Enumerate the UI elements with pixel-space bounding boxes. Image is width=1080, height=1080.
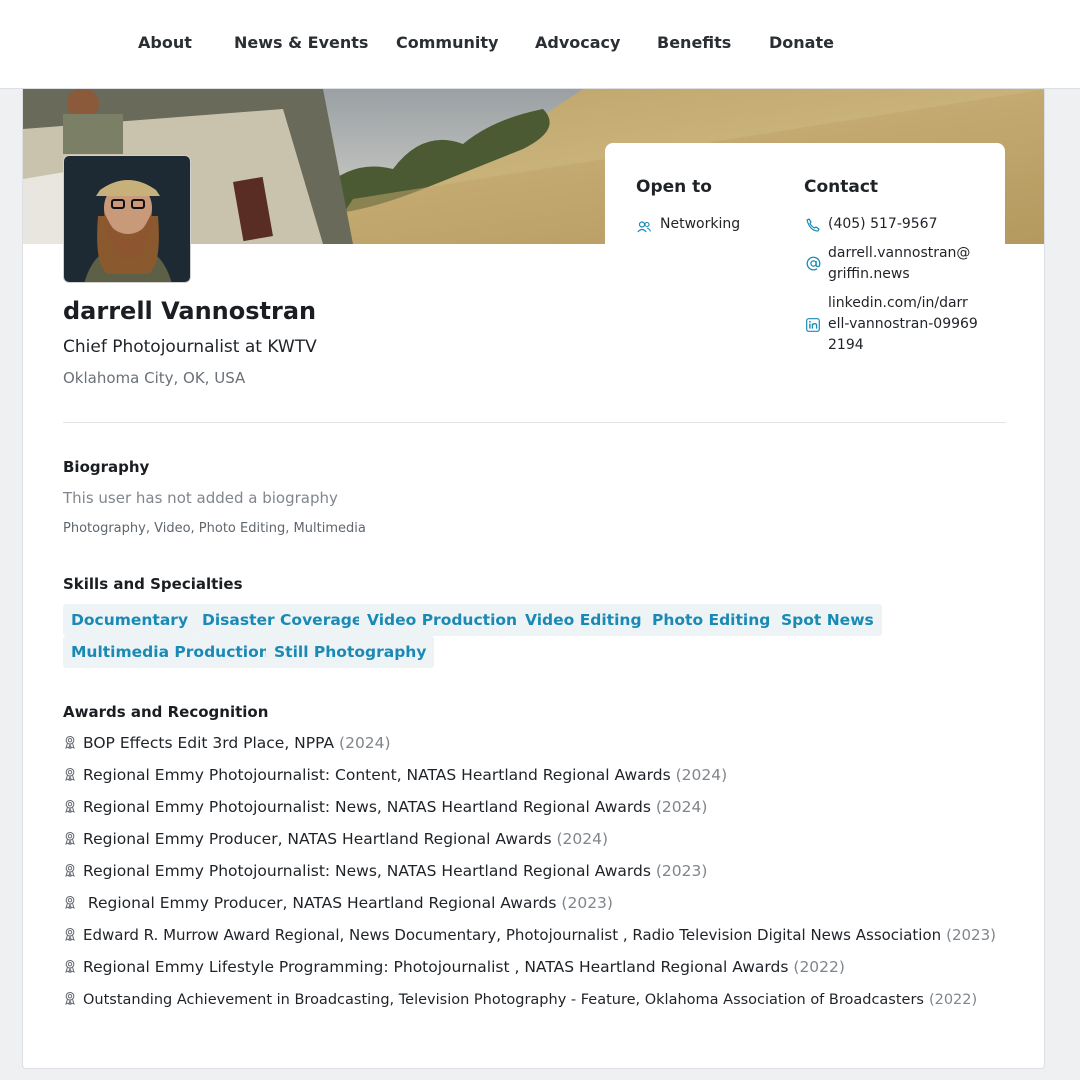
award-year: (2024) (556, 830, 609, 848)
award-title: Regional Emmy Photojournalist: Content, … (83, 766, 671, 784)
award-title: BOP Effects Edit 3rd Place, NPPA (83, 734, 335, 752)
award-icon (65, 927, 75, 941)
contact-linkedin-line3[interactable]: 2194 (828, 335, 864, 356)
contact-email-line1[interactable]: darrell.vannostran@ (828, 243, 970, 264)
award-item: Outstanding Achievement in Broadcasting,… (63, 987, 977, 1011)
award-item: BOP Effects Edit 3rd Place, NPPA (2024) (63, 731, 391, 755)
award-year: (2024) (339, 734, 391, 752)
award-icon (65, 991, 75, 1005)
skill-tag[interactable]: Video Editing (517, 604, 650, 636)
awards-heading: Awards and Recognition (63, 703, 269, 721)
contact-linkedin-line2[interactable]: ell-vannostran-09969 (828, 314, 978, 335)
award-title: Outstanding Achievement in Broadcasting,… (83, 992, 924, 1008)
award-title: Regional Emmy Photojournalist: News, NAT… (83, 862, 651, 880)
award-icon (65, 895, 75, 909)
award-item: Regional Emmy Photojournalist: Content, … (63, 763, 727, 787)
biography-interests: Photography, Video, Photo Editing, Multi… (63, 521, 366, 536)
skill-tag[interactable]: Video Production (359, 604, 526, 636)
skill-tag[interactable]: Spot News (773, 604, 882, 636)
skills-heading: Skills and Specialties (63, 575, 243, 593)
nav-about[interactable]: About (138, 33, 192, 52)
award-title: Regional Emmy Lifestyle Programming: Pho… (83, 958, 789, 976)
avatar-photo (64, 156, 190, 282)
skill-tag[interactable]: Multimedia Production (63, 636, 278, 668)
skill-tag[interactable]: Disaster Coverage (194, 604, 371, 636)
top-navigation: About News & Events Community Advocacy B… (0, 0, 1080, 89)
biography-text: This user has not added a biography (63, 489, 338, 507)
award-year: (2023) (655, 862, 708, 880)
award-icon (65, 735, 75, 749)
contact-phone[interactable]: (405) 517-9567 (828, 214, 938, 235)
at-sign-icon (806, 256, 821, 275)
nav-donate[interactable]: Donate (769, 33, 834, 52)
profile-title: Chief Photojournalist at KWTV (63, 337, 317, 357)
award-icon (65, 831, 75, 845)
skill-tag[interactable]: Documentary (63, 604, 197, 636)
award-item: Regional Emmy Lifestyle Programming: Pho… (63, 955, 845, 979)
award-item: Regional Emmy Producer, NATAS Heartland … (63, 891, 613, 915)
skill-tag[interactable]: Photo Editing (644, 604, 779, 636)
award-item: Regional Emmy Photojournalist: News, NAT… (63, 795, 707, 819)
skill-tag[interactable]: Still Photography (266, 636, 435, 668)
nav-advocacy[interactable]: Advocacy (535, 33, 620, 52)
award-year: (2023) (946, 926, 996, 944)
award-item: Edward R. Murrow Award Regional, News Do… (63, 923, 996, 947)
profile-avatar (63, 155, 191, 283)
section-divider (63, 422, 1006, 423)
profile-name: darrell Vannostran (63, 297, 317, 325)
award-title: Regional Emmy Photojournalist: News, NAT… (83, 798, 651, 816)
award-icon (65, 959, 75, 973)
award-year: (2024) (655, 798, 708, 816)
nav-community[interactable]: Community (396, 33, 498, 52)
profile-card: Open to Networking Contact (405) 517-956… (22, 89, 1045, 1069)
award-title: Edward R. Murrow Award Regional, News Do… (83, 926, 942, 944)
award-year: (2024) (675, 766, 728, 784)
info-box: Open to Networking Contact (405) 517-956… (605, 143, 1005, 368)
open-to-heading: Open to (636, 177, 712, 197)
award-icon (65, 767, 75, 781)
open-to-networking: Networking (660, 216, 741, 232)
award-item: Regional Emmy Photojournalist: News, NAT… (63, 859, 707, 883)
award-title: Regional Emmy Producer, NATAS Heartland … (83, 830, 552, 848)
contact-email-line2[interactable]: griffin.news (828, 264, 910, 285)
contact-heading: Contact (804, 177, 879, 197)
award-item: Regional Emmy Producer, NATAS Heartland … (63, 827, 608, 851)
award-year: (2022) (928, 992, 978, 1008)
nav-benefits[interactable]: Benefits (657, 33, 731, 52)
linkedin-icon (806, 317, 820, 336)
award-icon (65, 799, 75, 813)
contact-linkedin-line1[interactable]: linkedin.com/in/darr (828, 293, 968, 314)
profile-location: Oklahoma City, OK, USA (63, 369, 246, 387)
biography-heading: Biography (63, 458, 150, 476)
award-icon (65, 863, 75, 877)
award-year: (2023) (561, 894, 613, 912)
award-title: Regional Emmy Producer, NATAS Heartland … (83, 894, 557, 912)
people-icon (637, 218, 651, 237)
award-year: (2022) (793, 958, 845, 976)
phone-icon (806, 217, 820, 236)
nav-news-events[interactable]: News & Events (234, 33, 368, 52)
